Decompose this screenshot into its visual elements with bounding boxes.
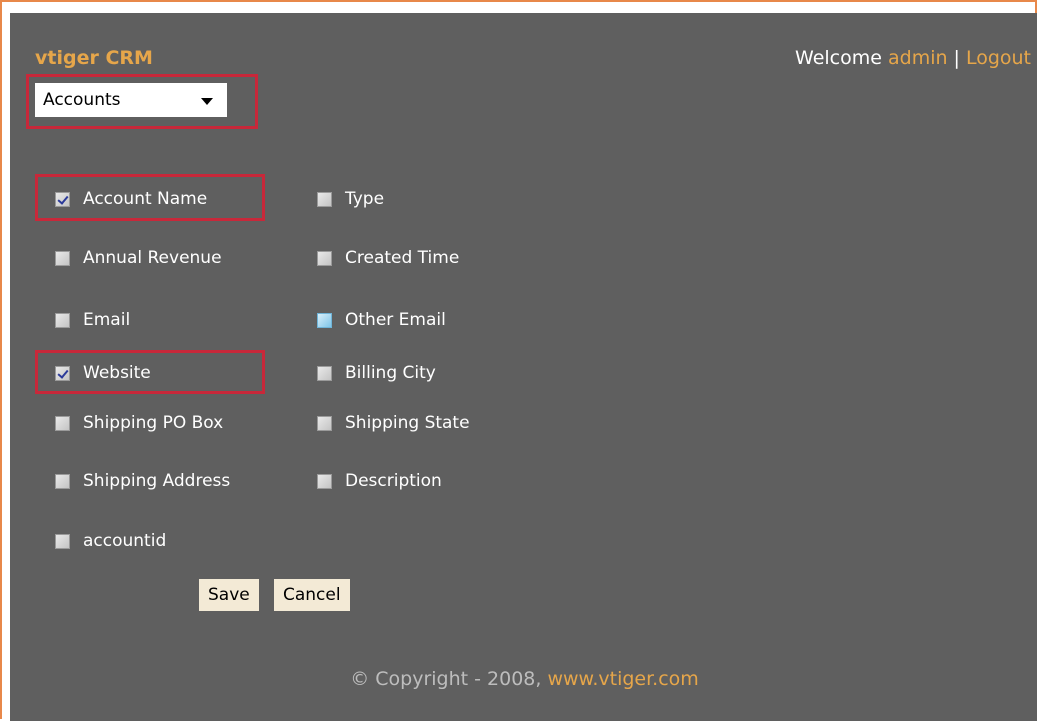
field-website[interactable]: Website: [55, 363, 151, 383]
field-shipping-address[interactable]: Shipping Address: [55, 471, 230, 491]
field-label: Billing City: [345, 363, 436, 383]
field-label: Type: [345, 189, 385, 209]
field-label: accountid: [83, 531, 167, 551]
field-accountid[interactable]: accountid: [55, 531, 166, 551]
field-annual-revenue[interactable]: Annual Revenue: [55, 248, 222, 268]
welcome-label: Welcome: [795, 47, 882, 69]
field-other-email[interactable]: Other Email: [317, 310, 446, 330]
shipping-address-checkbox[interactable]: [55, 473, 70, 489]
module-select-value: Accounts: [43, 90, 121, 110]
field-label: Shipping State: [345, 413, 470, 433]
field-label: Website: [83, 363, 151, 383]
type-checkbox[interactable]: [317, 191, 332, 207]
billing-city-checkbox[interactable]: [317, 365, 332, 381]
vtiger-site-link[interactable]: www.vtiger.com: [547, 668, 698, 690]
field-config-panel: vtiger CRM Welcome admin | Logout Accounts…: [10, 13, 1037, 721]
save-button[interactable]: Save: [199, 579, 259, 611]
description-checkbox[interactable]: [317, 473, 332, 489]
field-label: Annual Revenue: [83, 248, 222, 268]
field-label: Other Email: [345, 310, 446, 330]
copyright-text: © Copyright - 2008,: [350, 668, 542, 690]
field-account-name[interactable]: Account Name: [55, 189, 207, 209]
shipping-state-checkbox[interactable]: [317, 415, 332, 431]
account-name-checkbox[interactable]: [55, 191, 70, 207]
copyright-footer: © Copyright - 2008, www.vtiger.com: [10, 668, 1037, 690]
field-label: Description: [345, 471, 442, 491]
logout-link[interactable]: Logout: [966, 47, 1031, 69]
field-type[interactable]: Type: [317, 189, 384, 209]
field-billing-city[interactable]: Billing City: [317, 363, 436, 383]
shipping-po-box-checkbox[interactable]: [55, 415, 70, 431]
app-frame: vtiger CRM Welcome admin | Logout Accounts…: [0, 0, 1037, 721]
website-checkbox[interactable]: [55, 365, 70, 381]
email-checkbox[interactable]: [55, 312, 70, 328]
field-label: Email: [83, 310, 131, 330]
created-time-checkbox[interactable]: [317, 250, 332, 266]
field-shipping-po-box[interactable]: Shipping PO Box: [55, 413, 223, 433]
field-email[interactable]: Email: [55, 310, 130, 330]
username-link[interactable]: admin: [888, 47, 948, 69]
welcome-separator: |: [953, 47, 960, 69]
user-welcome: Welcome admin | Logout: [795, 47, 1031, 69]
field-label: Account Name: [83, 189, 208, 209]
field-label: Created Time: [345, 248, 460, 268]
chevron-down-icon[interactable]: [201, 98, 213, 105]
other-email-checkbox[interactable]: [317, 312, 332, 328]
field-description[interactable]: Description: [317, 471, 442, 491]
cancel-button[interactable]: Cancel: [274, 579, 350, 611]
accountid-checkbox[interactable]: [55, 533, 70, 549]
module-select[interactable]: Accounts: [35, 83, 227, 117]
app-brand: vtiger CRM: [35, 47, 153, 69]
field-shipping-state[interactable]: Shipping State: [317, 413, 470, 433]
field-created-time[interactable]: Created Time: [317, 248, 459, 268]
annual-revenue-checkbox[interactable]: [55, 250, 70, 266]
field-label: Shipping PO Box: [83, 413, 224, 433]
field-label: Shipping Address: [83, 471, 231, 491]
